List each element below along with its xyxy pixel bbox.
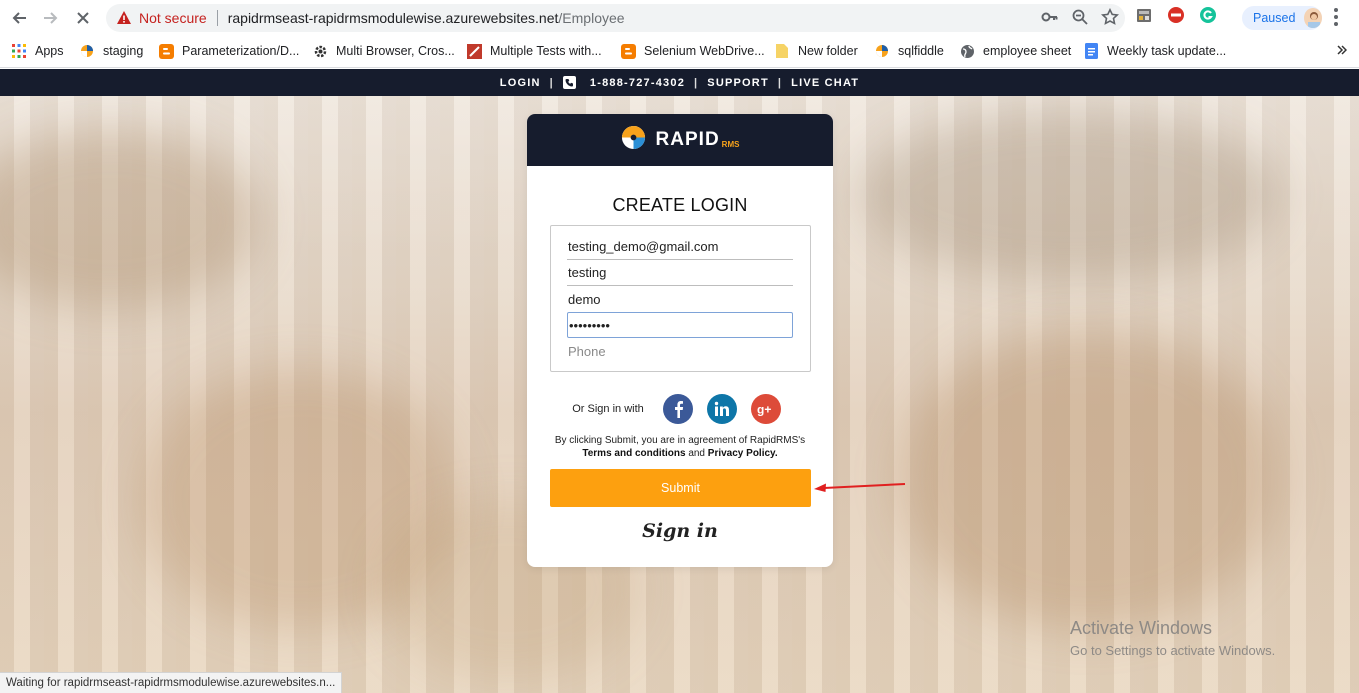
terms-and: and bbox=[688, 448, 705, 459]
first-name-field[interactable] bbox=[567, 260, 793, 286]
browser-status-bar: Waiting for rapidrmseast-rapidrmsmodulew… bbox=[0, 672, 343, 693]
stop-loading-icon[interactable] bbox=[72, 7, 94, 29]
avatar-icon bbox=[1304, 8, 1322, 28]
bookmark-label: Apps bbox=[35, 44, 64, 58]
divider: | bbox=[694, 76, 699, 89]
bookmarks-bar: Apps staging Parameterization/D... Multi… bbox=[0, 36, 1359, 68]
bookmark-star-icon[interactable] bbox=[1100, 7, 1120, 29]
google-plus-icon[interactable]: g+ bbox=[750, 394, 781, 424]
not-secure-label[interactable]: Not secure bbox=[139, 10, 207, 26]
bookmark-label: employee sheet bbox=[983, 44, 1072, 58]
site-icon bbox=[79, 43, 95, 59]
registration-form bbox=[550, 225, 811, 372]
site-icon bbox=[466, 43, 482, 59]
url-host: rapidrmseast-rapidrmsmodulewise.azureweb… bbox=[227, 10, 559, 26]
phone-field[interactable] bbox=[567, 338, 793, 364]
page-title: CREATE LOGIN bbox=[612, 195, 748, 215]
privacy-policy-link[interactable]: Privacy Policy. bbox=[708, 448, 778, 459]
bookmark-label: sqlfiddle bbox=[898, 44, 944, 58]
blogger-icon bbox=[158, 43, 174, 59]
rapidrms-logo-icon bbox=[621, 125, 646, 155]
facebook-icon[interactable] bbox=[662, 394, 693, 424]
bookmark-label: staging bbox=[103, 44, 144, 58]
bookmark-weekly-task[interactable]: Weekly task update... bbox=[1083, 43, 1226, 59]
address-bar[interactable]: Not secure rapidrmseast-rapidrmsmodulewi… bbox=[106, 4, 1125, 32]
phone-number[interactable]: 1-888-727-4302 bbox=[590, 77, 685, 89]
submit-button[interactable]: Submit bbox=[550, 469, 811, 507]
divider: | bbox=[777, 76, 783, 89]
back-icon[interactable] bbox=[8, 7, 30, 29]
login-link[interactable]: LOGIN bbox=[500, 77, 541, 89]
create-login-card: RAPID RMS CREATE LOGIN Or Sign in with g… bbox=[527, 114, 833, 567]
doc-icon bbox=[1083, 43, 1099, 59]
live-chat-link[interactable]: LIVE CHAT bbox=[791, 77, 859, 89]
bookmark-label: New folder bbox=[798, 44, 858, 58]
divider: | bbox=[549, 76, 554, 89]
annotation-arrow-icon bbox=[814, 483, 906, 492]
bookmark-new-folder[interactable]: New folder bbox=[774, 43, 858, 59]
bookmark-label: Weekly task update... bbox=[1107, 44, 1227, 58]
browser-menu-icon[interactable] bbox=[1334, 8, 1338, 26]
extension-icon[interactable] bbox=[1135, 6, 1153, 29]
zoom-icon[interactable] bbox=[1071, 8, 1089, 29]
adblock-icon[interactable] bbox=[1167, 6, 1185, 29]
top-info-bar: LOGIN | 1-888-727-4302 | SUPPORT | LIVE … bbox=[0, 69, 1359, 96]
apps-grid-icon bbox=[11, 43, 27, 59]
url-path: /Employee bbox=[558, 10, 625, 26]
watermark-subtitle: Go to Settings to activate Windows. bbox=[1070, 643, 1276, 658]
bookmark-label: Multi Browser, Cros... bbox=[336, 44, 455, 58]
social-login-label: Or Sign in with bbox=[572, 403, 644, 415]
windows-activation-watermark: Activate Windows Go to Settings to activ… bbox=[1070, 618, 1275, 658]
grammarly-icon[interactable] bbox=[1199, 6, 1217, 29]
bookmark-label: Parameterization/D... bbox=[182, 44, 300, 58]
bookmark-parameterization[interactable]: Parameterization/D... bbox=[158, 43, 299, 59]
warning-icon bbox=[116, 10, 132, 26]
more-bookmarks-icon[interactable] bbox=[1337, 43, 1348, 58]
bookmark-selenium[interactable]: Selenium WebDrive... bbox=[620, 43, 765, 59]
terms-notice: By clicking Submit, you are in agreement… bbox=[527, 434, 833, 460]
svg-text:g+: g+ bbox=[757, 403, 771, 417]
bookmark-label: Multiple Tests with... bbox=[490, 44, 602, 58]
bookmark-staging[interactable]: staging bbox=[79, 43, 143, 59]
folder-icon bbox=[774, 43, 790, 59]
card-header: RAPID RMS bbox=[527, 114, 833, 166]
watermark-title: Activate Windows bbox=[1070, 618, 1213, 638]
profile-status-label: Paused bbox=[1253, 11, 1296, 25]
sign-in-link[interactable]: Sign in bbox=[527, 520, 833, 542]
terms-link[interactable]: Terms and conditions bbox=[582, 448, 685, 459]
email-field[interactable] bbox=[567, 234, 793, 260]
bookmark-apps[interactable]: Apps bbox=[11, 43, 64, 59]
page-background: LOGIN | 1-888-727-4302 | SUPPORT | LIVE … bbox=[0, 69, 1359, 693]
gear-icon bbox=[312, 43, 328, 59]
profile-button[interactable]: Paused bbox=[1242, 6, 1322, 30]
phone-icon bbox=[562, 76, 576, 89]
support-link[interactable]: SUPPORT bbox=[707, 77, 769, 89]
site-icon bbox=[874, 43, 890, 59]
omnibox-separator bbox=[216, 10, 218, 26]
bookmark-employee-sheet[interactable]: employee sheet bbox=[959, 43, 1071, 59]
terms-intro: By clicking Submit, you are in agreement… bbox=[554, 435, 806, 446]
linkedin-icon[interactable] bbox=[706, 394, 737, 424]
browser-toolbar: Not secure rapidrmseast-rapidrmsmodulewi… bbox=[0, 0, 1359, 36]
bookmark-multiple-tests[interactable]: Multiple Tests with... bbox=[466, 43, 602, 59]
last-name-field[interactable] bbox=[567, 286, 793, 312]
blogger-icon bbox=[620, 43, 636, 59]
bookmark-label: Selenium WebDrive... bbox=[644, 44, 765, 58]
social-login: Or Sign in with g+ bbox=[527, 394, 833, 424]
forward-icon[interactable] bbox=[40, 7, 62, 29]
brand-name: RAPID bbox=[655, 129, 720, 150]
bookmark-sqlfiddle[interactable]: sqlfiddle bbox=[874, 43, 944, 59]
globe-icon bbox=[959, 43, 975, 59]
brand-suffix: RMS bbox=[721, 139, 740, 149]
key-icon[interactable] bbox=[1041, 8, 1059, 29]
bookmark-multi-browser[interactable]: Multi Browser, Cros... bbox=[312, 43, 455, 59]
password-field[interactable] bbox=[567, 312, 793, 338]
